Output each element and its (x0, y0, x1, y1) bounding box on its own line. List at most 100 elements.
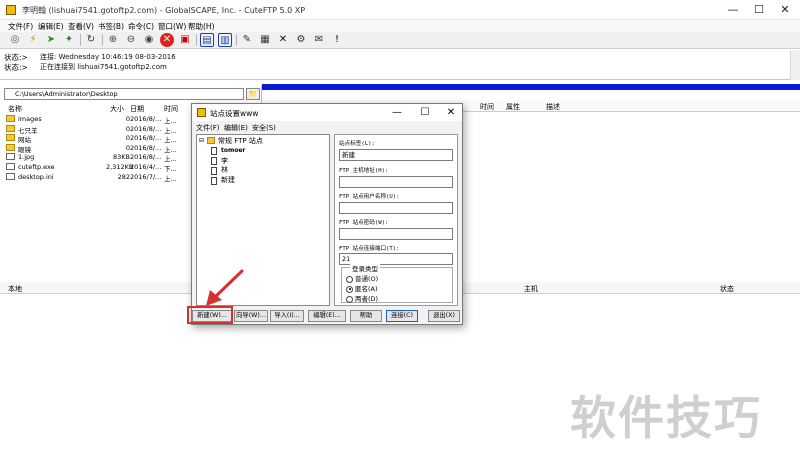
edit-icon[interactable]: ✎ (240, 33, 254, 47)
delete-icon[interactable]: ▣ (178, 33, 192, 47)
dialog-menu-edit[interactable]: 编辑(E) (224, 123, 248, 133)
view-remote-icon[interactable]: ▥ (218, 33, 232, 47)
help-button[interactable]: 帮助 (350, 310, 382, 322)
queue-col-local[interactable]: 本地 (8, 284, 22, 294)
new-folder-icon[interactable]: ✉ (312, 33, 326, 47)
import-button[interactable]: 导入(I)... (270, 310, 304, 322)
file-time: 下... (164, 165, 177, 173)
remote-col-attr[interactable]: 属性 (506, 102, 520, 112)
col-name-header[interactable]: 名称 (8, 104, 22, 114)
menu-view[interactable]: 查看(V) (68, 21, 94, 32)
refresh-icon[interactable]: ↻ (84, 33, 98, 47)
site-label-input[interactable]: 新建 (339, 149, 453, 161)
menu-window[interactable]: 窗口(W) (158, 21, 186, 32)
quick-connect-icon[interactable]: ⚡ (26, 33, 40, 47)
close-button[interactable]: ✕ (772, 2, 798, 18)
host-input[interactable] (339, 176, 453, 188)
col-size-header[interactable]: 大小 (110, 104, 124, 114)
file-size: 0 (125, 115, 130, 123)
reconnect-icon[interactable]: ✦ (62, 33, 76, 47)
local-path-field[interactable]: C:\Users\Administrator\Desktop (4, 88, 244, 100)
dialog-minimize-button[interactable]: — (388, 105, 406, 120)
username-input[interactable] (339, 202, 453, 214)
pause-icon[interactable]: ◉ (142, 33, 156, 47)
download-icon[interactable]: ⊖ (124, 33, 138, 47)
folder-icon (6, 124, 15, 132)
file-name: cuteftp.exe (18, 163, 55, 171)
dialog-close-button[interactable]: ✕ (442, 105, 460, 120)
login-anonymous-radio[interactable]: 匿名(A) (346, 283, 378, 293)
connect-icon[interactable]: ➤ (44, 33, 58, 47)
login-both-radio[interactable]: 两者(D) (346, 293, 378, 303)
queue-col-host[interactable]: 主机 (524, 284, 538, 294)
maximize-button[interactable]: ☐ (746, 2, 772, 18)
dialog-menu-file[interactable]: 文件(F) (196, 123, 220, 133)
file-name: 网站 (18, 136, 31, 145)
site-page-icon (211, 177, 217, 185)
tree-site-item[interactable]: 新建 (221, 175, 235, 185)
tree-site-item[interactable]: 林 (221, 165, 228, 175)
stop-icon[interactable]: ✕ (160, 33, 174, 47)
menu-command[interactable]: 命令(C) (128, 21, 154, 32)
site-page-icon (211, 167, 217, 175)
login-type-group: 登录类型 普通(O) 匿名(A) 两者(D) (341, 263, 453, 303)
dialog-maximize-button[interactable]: ☐ (416, 105, 434, 120)
file-row[interactable]: 网站 0 2016/8/... 上... (6, 134, 196, 145)
queue-icon[interactable]: ⚙ (294, 33, 308, 47)
file-row[interactable]: desktop.ini 282 2016/7/... 上... (6, 172, 196, 183)
file-date: 2016/8/... (130, 153, 162, 162)
file-row[interactable]: 眼镜 0 2016/8/... 上... (6, 143, 196, 154)
remote-col-desc[interactable]: 描述 (546, 102, 560, 112)
cancel-icon[interactable]: ✕ (276, 33, 290, 47)
file-date: 2016/8/... (130, 124, 162, 133)
dialog-menu-security[interactable]: 安全(S) (252, 123, 276, 133)
file-time: 上... (164, 145, 177, 154)
file-icon (6, 163, 15, 170)
status-log: 状态:> 连接: Wednesday 10:46:19 08-03-2016 状… (0, 50, 800, 80)
site-manager-icon[interactable]: ◎ (8, 33, 22, 47)
login-normal-radio[interactable]: 普通(O) (346, 273, 378, 283)
port-label: FTP 站点连接端口(T): (339, 246, 400, 252)
col-time-header[interactable]: 时间 (164, 104, 178, 114)
connect-button[interactable]: 连接(C) (386, 310, 418, 322)
toolbar-separator (102, 34, 103, 46)
file-icon (6, 172, 15, 180)
remote-col-time[interactable]: 时间 (480, 102, 494, 112)
log-scrollbar[interactable] (790, 50, 800, 80)
tree-root-label[interactable]: 常规 FTP 站点 (218, 136, 263, 146)
menu-file[interactable]: 文件(F) (8, 21, 33, 32)
tree-site-item[interactable]: tomoer (221, 147, 245, 154)
radio-dot (346, 285, 353, 293)
folder-up-icon[interactable]: 📁 (246, 88, 260, 100)
file-name: images (18, 115, 42, 123)
menu-bookmark[interactable]: 书签(B) (98, 21, 124, 32)
site-page-icon (211, 157, 217, 165)
tree-collapse-icon[interactable]: ⊟ (199, 137, 204, 144)
file-row[interactable]: cuteftp.exe 2,312KB 2016/4/... 下... (6, 163, 196, 173)
minimize-button[interactable]: — (720, 2, 746, 18)
file-icon (6, 153, 15, 161)
highlight-box (187, 306, 233, 324)
edit-button[interactable]: 编辑(E)... (308, 310, 346, 322)
exit-button[interactable]: 退出(X) (428, 310, 460, 322)
col-date-header[interactable]: 日期 (130, 104, 144, 114)
properties-icon[interactable]: ▦ (258, 33, 272, 47)
file-name: desktop.ini (18, 172, 54, 181)
info-icon[interactable]: ! (330, 33, 344, 47)
menu-edit[interactable]: 编辑(E) (38, 21, 64, 32)
log-message: 正在连接到 lishuai7541.gotoftp2.com (40, 63, 167, 71)
radio-dot (346, 295, 353, 303)
password-input[interactable] (339, 228, 453, 240)
file-name: 七只羊 (18, 126, 38, 135)
file-row[interactable]: images 0 2016/8/... 上... (6, 115, 196, 125)
file-row[interactable]: 1.jpg 83KB 2016/8/... 上... (6, 153, 196, 163)
view-local-icon[interactable]: ▤ (200, 33, 214, 47)
menu-help[interactable]: 帮助(H) (188, 21, 215, 32)
toolbar: ◎ ⚡ ➤ ✦ ↻ ⊕ ⊖ ◉ ✕ ▣ ▤ ▥ ✎ ▦ ✕ ⚙ ✉ ! (0, 32, 800, 49)
upload-icon[interactable]: ⊕ (106, 33, 120, 47)
queue-col-status[interactable]: 状态 (720, 284, 734, 294)
file-row[interactable]: 七只羊 0 2016/8/... 上... (6, 124, 196, 135)
site-page-icon (211, 147, 217, 155)
log-label: 状态:> (4, 63, 28, 72)
wizard-button[interactable]: 向导(W)... (234, 310, 268, 322)
